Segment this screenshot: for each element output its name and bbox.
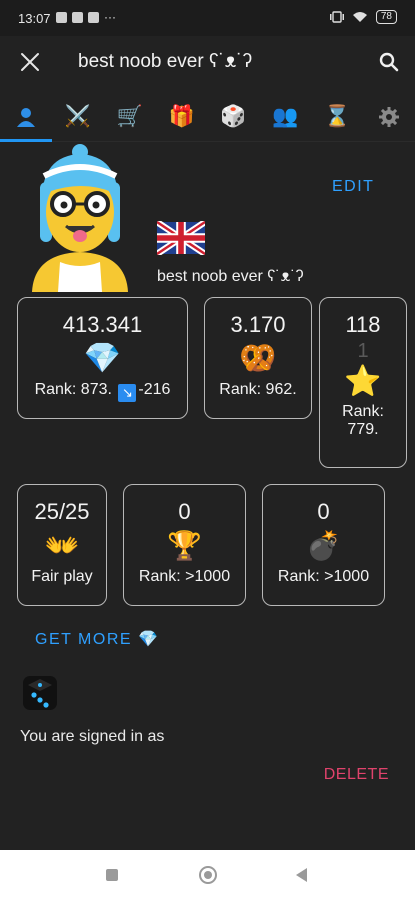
trophies-rank: Rank: >1000 <box>138 568 231 585</box>
bomb-icon: 💣 <box>306 530 341 561</box>
tab-profile[interactable] <box>0 92 52 142</box>
edit-button[interactable]: EDIT <box>332 178 374 196</box>
tab-friends[interactable]: 👥 <box>259 92 311 141</box>
hourglass-icon: ⌛ <box>324 104 351 128</box>
tab-gifts[interactable]: 🎁 <box>156 92 208 141</box>
stars-value: 118 <box>345 312 381 337</box>
page-title: best noob ever ʕ˙ᴥ˙ʔ <box>78 51 253 72</box>
battery-icon: 78 <box>375 10 397 24</box>
message-icon <box>88 11 99 23</box>
tab-dice[interactable]: 🎲 <box>208 92 260 141</box>
status-time: 13:07 <box>18 11 51 26</box>
system-navigation-bar <box>0 850 415 900</box>
stars-rank-value: 779. <box>347 421 379 438</box>
fair-play-value: 25/25 <box>34 499 90 524</box>
tab-shop[interactable]: 🛒 <box>104 92 156 141</box>
more-notifications-icon: ··· <box>104 10 116 24</box>
back-icon[interactable] <box>296 868 307 882</box>
pretzels-value: 3.170 <box>230 312 286 337</box>
fair-play-card[interactable]: 25/25 👐 Fair play <box>17 484 107 606</box>
bombs-rank: Rank: >1000 <box>277 568 370 585</box>
stars-rank-label: Rank: <box>342 403 384 420</box>
shopping-cart-icon: 🛒 <box>116 104 143 128</box>
dice-icon: 🎲 <box>220 104 247 128</box>
delete-button[interactable]: DELETE <box>324 766 389 784</box>
crossed-swords-icon: ⚔️ <box>64 104 91 128</box>
app-icon <box>72 11 83 23</box>
stars-card[interactable]: 118 1 ⭐ Rank: 779. <box>319 297 407 468</box>
signed-in-text: You are signed in as <box>20 728 165 745</box>
vibrate-icon <box>329 11 344 23</box>
arrow-down-right-icon: ↘ <box>118 384 137 402</box>
diamonds-rank-change: -216 <box>138 381 171 398</box>
fair-play-label: Fair play <box>31 568 93 585</box>
close-icon[interactable] <box>18 50 42 74</box>
username: best noob ever ʕ˙ᴥ˙ʔ <box>157 268 304 285</box>
trophies-value: 0 <box>178 499 191 524</box>
pretzel-icon: 🥨 <box>239 342 277 375</box>
get-more-button[interactable]: GET MORE 💎 <box>35 629 159 649</box>
diamonds-card[interactable]: 413.341 💎 Rank: 873. ↘ -216 <box>17 297 188 419</box>
tab-history[interactable]: ⌛ <box>311 92 363 141</box>
gear-icon <box>379 106 400 127</box>
gallery-icon <box>56 11 67 23</box>
wifi-icon <box>352 12 367 22</box>
diamonds-rank-label: Rank: 873. <box>34 381 112 398</box>
system-icons: 78 <box>329 10 397 24</box>
diamond-icon: 💎 <box>83 342 122 375</box>
bombs-card[interactable]: 0 💣 Rank: >1000 <box>262 484 385 606</box>
tab-battle[interactable]: ⚔️ <box>52 92 104 141</box>
gift-icon: 🎁 <box>168 104 195 128</box>
notification-icons: ··· <box>56 10 116 24</box>
pretzels-rank: Rank: 962. <box>219 381 297 398</box>
tab-settings[interactable] <box>363 92 415 141</box>
trophy-icon: 🏆 <box>167 530 202 561</box>
bombs-value: 0 <box>317 499 330 524</box>
avatar[interactable] <box>22 142 138 292</box>
diamonds-rank: Rank: 873. ↘ -216 <box>18 381 187 402</box>
diamonds-value: 413.341 <box>62 312 143 337</box>
trophies-card[interactable]: 0 🏆 Rank: >1000 <box>123 484 246 606</box>
pretzels-card[interactable]: 3.170 🥨 Rank: 962. <box>204 297 312 419</box>
tab-bar: ⚔️ 🛒 🎁 🎲 👥 ⌛ <box>0 92 415 142</box>
search-icon[interactable] <box>377 50 401 74</box>
status-bar: 13:07 ··· 78 <box>0 0 415 36</box>
open-hands-icon: 👐 <box>44 530 80 561</box>
friends-icon: 👥 <box>272 104 299 128</box>
united-kingdom-flag-icon <box>157 221 205 255</box>
person-icon <box>16 107 35 127</box>
home-icon[interactable] <box>199 866 217 884</box>
dice-app-icon <box>23 676 57 710</box>
recent-apps-icon[interactable] <box>106 869 118 881</box>
star-icon: ⭐ <box>344 365 382 398</box>
top-app-bar: best noob ever ʕ˙ᴥ˙ʔ <box>0 36 415 90</box>
stars-secondary-value: 1 <box>357 340 369 362</box>
